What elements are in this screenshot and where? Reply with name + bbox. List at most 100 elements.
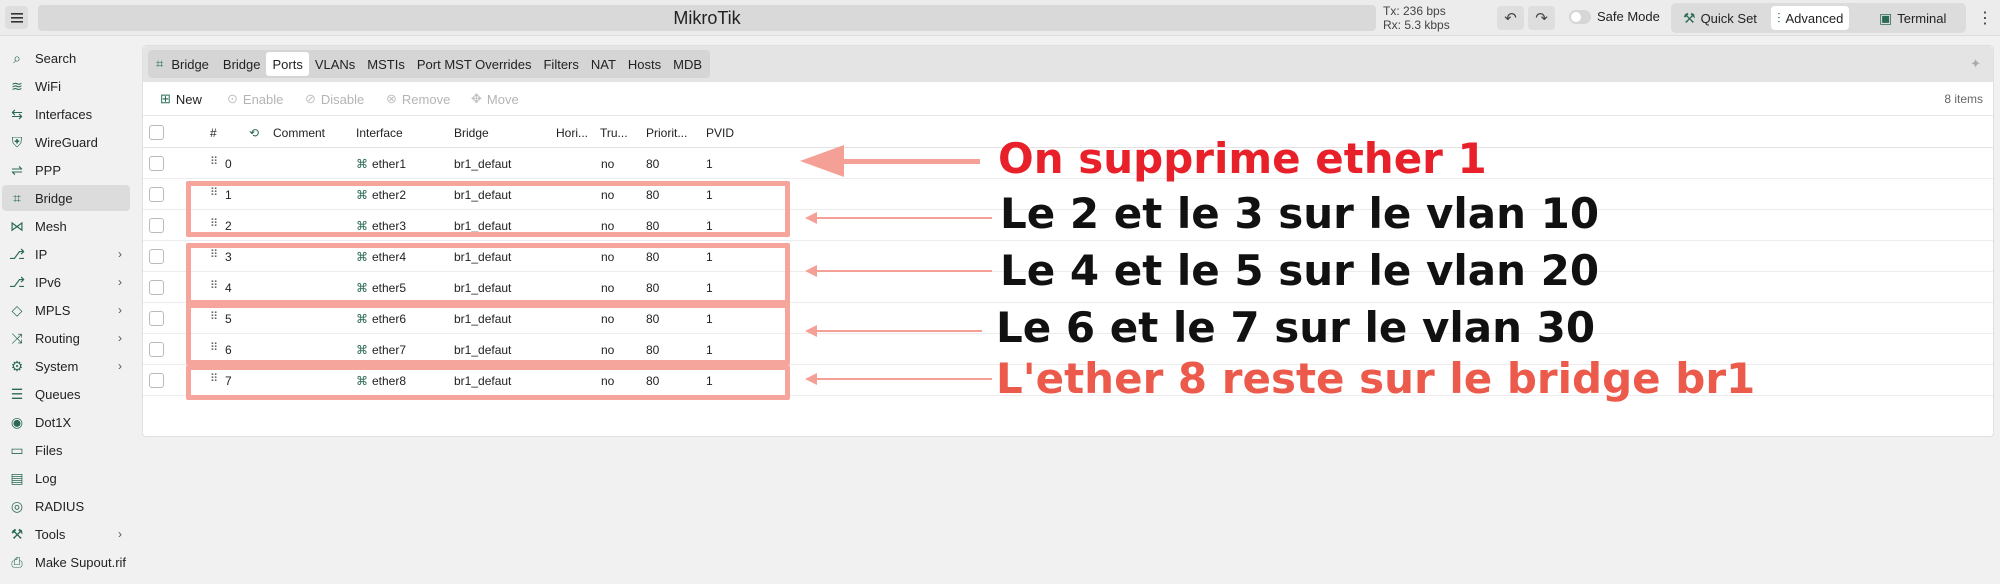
row-checkbox[interactable] (149, 187, 164, 202)
chevron-right-icon: › (118, 275, 122, 289)
sidebar-item-mesh[interactable]: ⋈ Mesh (2, 213, 130, 239)
sidebar-item-bridge[interactable]: ⌗ Bridge (2, 185, 130, 211)
chevron-right-icon: › (118, 303, 122, 317)
tab-vlans[interactable]: VLANs (309, 52, 361, 76)
row-checkbox[interactable] (149, 342, 164, 357)
col-num[interactable]: # (210, 126, 217, 140)
sidebar-item-mpls[interactable]: ◇ MPLS › (2, 297, 130, 323)
section-label: Bridge (171, 56, 209, 72)
sidebar-item-label: Bridge (35, 190, 73, 206)
toggle-switch[interactable] (1569, 9, 1591, 24)
col-priority[interactable]: Priorit... (646, 126, 687, 140)
traffic-stats: Tx: 236 bps Rx: 5.3 kbps (1383, 4, 1450, 32)
sidebar-item-ppp[interactable]: ⇌ PPP (2, 157, 130, 183)
drag-handle-icon[interactable]: ⠿ (210, 155, 218, 168)
sidebar-item-label: Mesh (35, 218, 67, 234)
sidebar-item-tools[interactable]: ⚒ Tools › (2, 521, 130, 547)
sidebar-item-wifi[interactable]: ≋ WiFi (2, 73, 130, 99)
ip-icon: ⎇ (8, 245, 26, 262)
section-title: ⌗ Bridge (150, 52, 217, 76)
menu-button[interactable] (5, 6, 28, 29)
row-checkbox[interactable] (149, 249, 164, 264)
sidebar-item-ip[interactable]: ⎇ IP › (2, 241, 130, 267)
sidebar-item-label: Routing (35, 330, 80, 346)
annotation-arrow-head (805, 212, 817, 224)
sidebar-item-dot1x[interactable]: ◉ Dot1X (2, 409, 130, 435)
advanced-button[interactable]: ⫶ Advanced (1771, 6, 1850, 30)
chevron-right-icon: › (118, 331, 122, 345)
sidebar-item-radius[interactable]: ◎ RADIUS (2, 493, 130, 519)
tab-bridge[interactable]: Bridge (217, 52, 267, 76)
enable-button[interactable]: ⊙ Enable (227, 91, 283, 107)
tab-mdb[interactable]: MDB (667, 52, 708, 76)
sidebar-item-make-supout[interactable]: ⎙ Make Supout.rif (2, 549, 130, 575)
mode-switcher: ⚒ Quick Set ⫶ Advanced ▣ Terminal (1671, 3, 1966, 33)
col-bridge[interactable]: Bridge (454, 126, 489, 140)
tab-mstis[interactable]: MSTIs (361, 52, 411, 76)
row-checkbox[interactable] (149, 218, 164, 233)
more-options-button[interactable]: ⋮ (1976, 8, 1994, 28)
col-comment[interactable]: Comment (273, 126, 325, 140)
col-pvid[interactable]: PVID (706, 126, 734, 140)
redo-button[interactable]: ↷ (1528, 6, 1555, 30)
remove-button[interactable]: ⊗ Remove (386, 91, 450, 107)
column-settings-icon[interactable]: ⟲ (249, 126, 259, 140)
annotation-bridge-br1: L'ether 8 reste sur le bridge br1 (996, 354, 1756, 403)
sidebar-item-queues[interactable]: ☰ Queues (2, 381, 130, 407)
col-trusted[interactable]: Tru... (600, 126, 628, 140)
sidebar-item-system[interactable]: ⚙ System › (2, 353, 130, 379)
sidebar-item-log[interactable]: ▤ Log (2, 465, 130, 491)
tab-ports[interactable]: Ports (266, 52, 309, 76)
sliders-icon: ⫶ (1777, 9, 1781, 26)
tab-port-mst-overrides[interactable]: Port MST Overrides (411, 52, 538, 76)
sidebar-item-label: Dot1X (35, 414, 72, 430)
sidebar-item-label: IP (35, 246, 48, 262)
row-checkbox[interactable] (149, 373, 164, 388)
quick-set-button[interactable]: ⚒ Quick Set (1677, 6, 1763, 30)
disable-button[interactable]: ⊘ Disable (305, 91, 364, 107)
sidebar: ⌕ Search ≋ WiFi ⇆ Interfaces ⛨ WireGuard ⇌ PP… (0, 37, 140, 584)
sidebar-item-wireguard[interactable]: ⛨ WireGuard (2, 129, 130, 155)
sidebar-item-search[interactable]: ⌕ Search (2, 45, 130, 71)
wand-icon: ⚒ (1683, 9, 1696, 26)
tab-bar: ⌗ Bridge Bridge Ports VLANs MSTIs Port MS… (143, 46, 1993, 82)
interfaces-icon: ⇆ (11, 105, 23, 122)
sidebar-item-interfaces[interactable]: ⇆ Interfaces (2, 101, 130, 127)
mpls-icon: ◇ (11, 301, 23, 318)
sidebar-item-files[interactable]: ▭ Files (2, 437, 130, 463)
sidebar-item-label: MPLS (35, 302, 71, 318)
tab-filters[interactable]: Filters (537, 52, 584, 76)
sidebar-item-routing[interactable]: ⤨ Routing › (2, 325, 130, 351)
undo-button[interactable]: ↶ (1497, 6, 1524, 30)
cell-interface: ⌘ ether1 (356, 157, 406, 171)
annotation-arrow-line (815, 330, 982, 332)
tab-nat[interactable]: NAT (585, 52, 622, 76)
row-checkbox[interactable] (149, 280, 164, 295)
tx-rate: Tx: 236 bps (1383, 4, 1446, 18)
sidebar-item-ipv6[interactable]: ⎇ IPv6 › (2, 269, 130, 295)
sidebar-item-label: IPv6 (35, 274, 62, 290)
col-horizon[interactable]: Hori... (556, 126, 588, 140)
annotation-vlan20: Le 4 et le 5 sur le vlan 20 (1000, 246, 1600, 295)
folder-icon: ▭ (10, 441, 24, 458)
cell-priority: 80 (646, 157, 660, 171)
chevron-right-icon: › (118, 359, 122, 373)
redo-icon: ↷ (1535, 10, 1548, 27)
bridge-icon: ⌗ (156, 56, 164, 71)
pin-icon[interactable]: ✦ (1970, 56, 1981, 72)
annotation-box-vlan10 (186, 181, 790, 237)
col-interface[interactable]: Interface (356, 126, 403, 140)
sidebar-item-label: Files (35, 442, 63, 458)
annotation-box-vlan20 (186, 243, 790, 305)
shield-icon: ⛨ (11, 133, 23, 150)
sidebar-item-label: RADIUS (35, 498, 85, 514)
sidebar-item-label: System (35, 358, 79, 374)
terminal-button[interactable]: ▣ Terminal (1873, 6, 1952, 30)
safe-mode-toggle[interactable]: Safe Mode (1569, 9, 1660, 24)
move-button[interactable]: ✥ Move (471, 91, 519, 107)
select-all-checkbox[interactable] (149, 125, 164, 140)
new-button[interactable]: ⊞ New (160, 91, 202, 107)
row-checkbox[interactable] (149, 311, 164, 326)
row-checkbox[interactable] (149, 156, 164, 171)
tab-hosts[interactable]: Hosts (622, 52, 667, 76)
